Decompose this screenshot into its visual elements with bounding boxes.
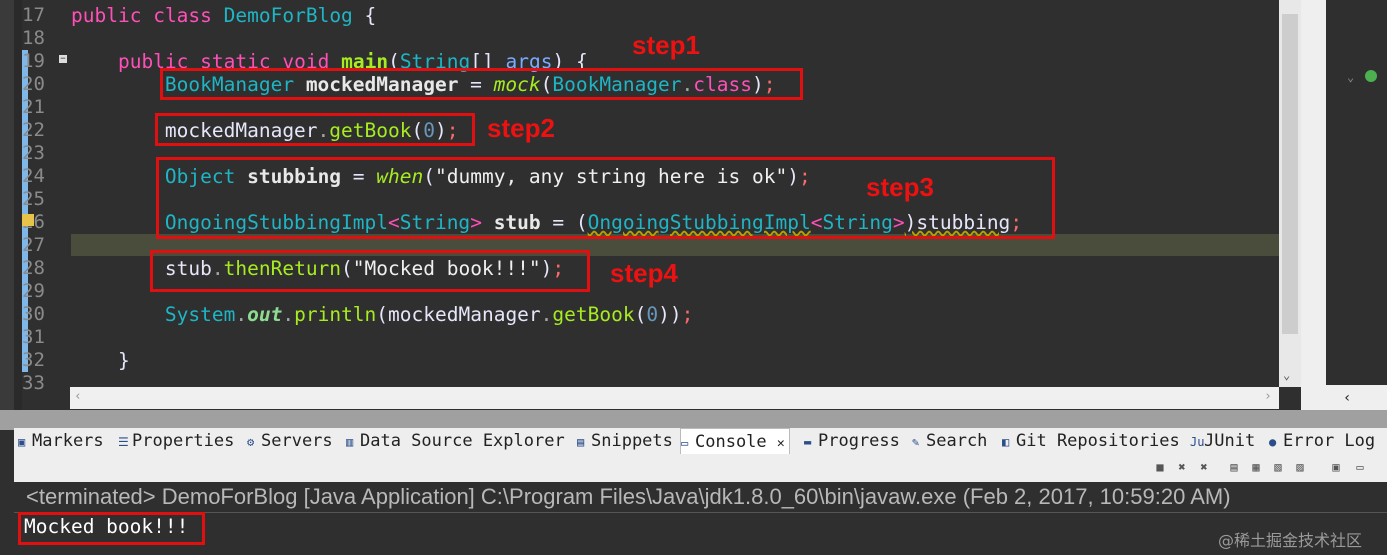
outline-view: [1326, 0, 1387, 385]
line-number: 24: [22, 165, 45, 187]
scroll-left-icon[interactable]: ‹: [74, 389, 82, 404]
tab-markers[interactable]: ▣ Markers: [18, 428, 104, 454]
tab-console[interactable]: ▭ Console ✕: [680, 428, 790, 455]
clear-console-icon[interactable]: ▤: [1226, 460, 1242, 474]
watermark: @稀土掘金技术社区: [1218, 531, 1363, 550]
step3-label: step3: [866, 172, 934, 202]
step1-box: [160, 68, 803, 100]
line-number: 32: [22, 349, 45, 371]
tab-junit[interactable]: JuJUnit: [1190, 428, 1255, 454]
remove-all-icon[interactable]: ✖: [1196, 460, 1212, 474]
editor-horizontal-scrollbar[interactable]: ‹ ›: [70, 387, 1279, 409]
remove-launch-icon[interactable]: ✖: [1174, 460, 1190, 474]
console-header: <terminated> DemoForBlog [Java Applicati…: [26, 484, 1231, 509]
chevron-down-icon[interactable]: ⌄: [1347, 70, 1354, 84]
warning-marker-icon: [22, 214, 34, 226]
show-console-icon[interactable]: ▨: [1292, 460, 1308, 474]
tab-search[interactable]: ✎ Search: [912, 428, 987, 454]
word-wrap-icon[interactable]: ▧: [1270, 460, 1286, 474]
editor-ruler: [14, 0, 22, 410]
line-number: 18: [22, 27, 45, 49]
line-number: 22: [22, 119, 45, 141]
progress-icon: ▬: [804, 435, 812, 449]
error-log-icon: ●: [1269, 435, 1277, 449]
console-toolbar: ■ ✖ ✖ ▤ ▦ ▧ ▨ ▣ ▭: [14, 454, 1387, 482]
scroll-lock-icon[interactable]: ▦: [1248, 460, 1264, 474]
line-number: 28: [22, 257, 45, 279]
tab-servers[interactable]: ⚙ Servers: [247, 428, 333, 454]
scroll-down-icon[interactable]: ⌄: [1283, 368, 1290, 382]
step2-box: [155, 113, 475, 146]
bottom-panel-tabs: ▣ Markers ☰ Properties ⚙ Servers ▥ Data Sour…: [14, 428, 1387, 455]
tab-progress[interactable]: ▬ Progress: [804, 428, 900, 454]
output-box: [18, 512, 205, 545]
junit-icon: Ju: [1190, 435, 1205, 449]
line-number: 30: [22, 303, 45, 325]
markers-icon: ▣: [18, 435, 26, 449]
editor-vertical-scroll-thumb[interactable]: [1282, 14, 1298, 334]
line-number: 25: [22, 188, 45, 210]
panel-divider: [0, 410, 1387, 430]
method-outline-icon[interactable]: [1365, 70, 1377, 82]
collapse-toggle-icon[interactable]: −: [59, 55, 67, 64]
line-number: 19: [22, 50, 45, 72]
tab-error-log[interactable]: ● Error Log: [1269, 428, 1375, 454]
line-number: 21: [22, 96, 45, 118]
pin-console-icon[interactable]: ▣: [1328, 460, 1344, 474]
line-number: 23: [22, 142, 45, 164]
scroll-left-icon[interactable]: ‹: [1343, 390, 1351, 406]
scroll-right-icon[interactable]: ›: [1264, 389, 1272, 404]
outline-pane: ⌄ ‹: [1301, 0, 1387, 420]
line-number: 17: [22, 4, 45, 26]
display-console-icon[interactable]: ▭: [1352, 460, 1368, 474]
tab-properties[interactable]: ☰ Properties: [118, 428, 234, 454]
line-number: 31: [22, 326, 45, 348]
data-source-icon: ▥: [346, 435, 354, 449]
line-number: 20: [22, 73, 45, 95]
line-number: 29: [22, 280, 45, 302]
code-line-32: }: [117, 349, 130, 372]
step4-box: [150, 250, 590, 292]
close-icon[interactable]: ✕: [777, 436, 785, 451]
step1-label: step1: [632, 30, 700, 60]
console-separator: [14, 512, 1387, 513]
tab-git-repositories[interactable]: ◧ Git Repositories: [1002, 428, 1180, 454]
code-line-30: System.out.println(mockedManager.getBook…: [164, 303, 694, 326]
properties-icon: ☰: [118, 435, 129, 449]
line-number: 33: [22, 372, 45, 394]
editor-left-strip: [0, 0, 14, 410]
tab-data-source-explorer[interactable]: ▥ Data Source Explorer: [346, 428, 565, 454]
terminate-icon[interactable]: ■: [1152, 460, 1168, 474]
line-number: 27: [22, 234, 45, 256]
snippets-icon: ▤: [577, 435, 585, 449]
code-editor[interactable]: 17 18 19 20 21 22 23 24 25 26 27 28 29 3…: [0, 0, 1310, 410]
console-icon: ▭: [681, 436, 689, 450]
git-icon: ◧: [1002, 435, 1010, 449]
step2-label: step2: [487, 113, 555, 143]
code-line-17: public class DemoForBlog {: [71, 4, 377, 27]
servers-icon: ⚙: [247, 435, 255, 449]
search-icon: ✎: [912, 435, 920, 449]
step4-label: step4: [610, 258, 678, 288]
tab-snippets[interactable]: ▤ Snippets: [577, 428, 673, 454]
